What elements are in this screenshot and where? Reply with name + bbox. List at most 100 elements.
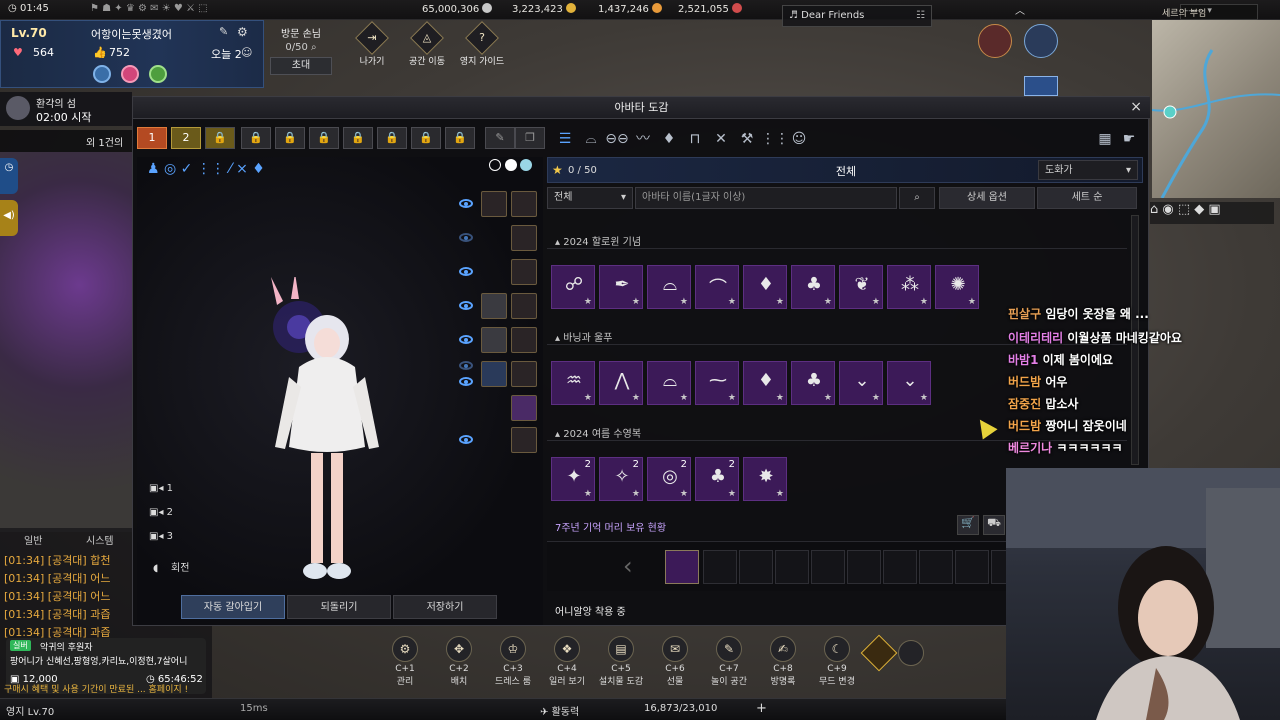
- cart-icon[interactable]: 🛒: [957, 515, 979, 535]
- emote-icon-3[interactable]: [149, 65, 167, 83]
- add-icon[interactable]: +: [756, 701, 767, 716]
- teleport-button[interactable]: ◬ 공간 이동: [400, 21, 454, 67]
- memory-slot-empty[interactable]: [811, 550, 845, 584]
- close-icon[interactable]: ×: [1130, 99, 1142, 115]
- equip-slot-face[interactable]: [511, 225, 537, 251]
- eye-icon[interactable]: [459, 335, 473, 344]
- lock-icon[interactable]: 🔒: [241, 127, 271, 149]
- equip-slot-bottom[interactable]: [481, 327, 507, 353]
- speaker-icon[interactable]: ◀): [0, 200, 18, 236]
- color-dot-clear[interactable]: [489, 159, 501, 171]
- preset-tab-2[interactable]: 2: [171, 127, 201, 149]
- cart-plus-icon[interactable]: ⛟: [983, 515, 1005, 535]
- lock-icon[interactable]: 🔒: [205, 127, 235, 149]
- memory-slot-empty[interactable]: [883, 550, 917, 584]
- gear-icon[interactable]: ⚙: [237, 25, 248, 39]
- chevron-left-icon[interactable]: ‹: [623, 552, 633, 580]
- guide-button[interactable]: ? 영지 가이드: [455, 21, 509, 67]
- avatar-item[interactable]: ⌒ ★: [695, 265, 739, 309]
- equip-slot-ears[interactable]: [511, 191, 537, 217]
- color-dot-blue[interactable]: [520, 159, 532, 171]
- filter-select[interactable]: 전체 ▾: [547, 187, 633, 209]
- equip-slot-weapon[interactable]: [481, 361, 507, 387]
- avatar-item[interactable]: ⌓ ★: [647, 361, 691, 405]
- mustache-icon[interactable]: 〰: [631, 127, 655, 151]
- equip-slot-aura[interactable]: [511, 427, 537, 453]
- eye-icon[interactable]: [459, 377, 473, 386]
- event-icon-2[interactable]: [1024, 24, 1058, 58]
- status-icons[interactable]: ⚑ ☗ ✦ ♛ ⚙ ✉ ☀ ♥ ⚔ ⬚: [90, 3, 208, 14]
- lock-icon[interactable]: 🔒: [411, 127, 441, 149]
- class-select[interactable]: 도화가 ▾: [1038, 160, 1138, 180]
- event-timer[interactable]: 환각의 섬 02:00 시작: [0, 92, 132, 126]
- memory-slot-empty[interactable]: [955, 550, 989, 584]
- instrument-icon[interactable]: ⚒: [735, 127, 759, 151]
- hotkey-guestbook[interactable]: ✍ C+8 방명록: [758, 636, 808, 687]
- avatar-item[interactable]: ♣ 2 ★: [695, 457, 739, 501]
- minimap-tools[interactable]: ⌂ ◉ ⬚ ◆ ▣: [1150, 202, 1274, 224]
- hotkey-mood[interactable]: ☾ C+9 무드 변경: [812, 636, 862, 687]
- avatar-item[interactable]: ✧ 2 ★: [599, 457, 643, 501]
- memory-slot-empty[interactable]: [775, 550, 809, 584]
- color-dot-white[interactable]: [504, 159, 517, 171]
- section-header[interactable]: ▴ 2024 할로윈 기념: [547, 229, 1127, 249]
- preset-tab-1[interactable]: 1: [137, 127, 167, 149]
- auto-dress-button[interactable]: 자동 갈아입기: [181, 595, 285, 619]
- avatar-item[interactable]: ◎ 2 ★: [647, 457, 691, 501]
- avatar-item[interactable]: ✒ ★: [599, 265, 643, 309]
- hotkey-playground[interactable]: ✎ C+7 놀이 공간: [704, 636, 754, 687]
- arrow-icon[interactable]: [1024, 76, 1058, 96]
- edit-preset-icon[interactable]: ✎: [485, 127, 515, 149]
- chat-tab-system[interactable]: 시스템: [86, 532, 114, 547]
- avatar-item[interactable]: ⌄ ★: [839, 361, 883, 405]
- grid-icon[interactable]: ▦: [1093, 127, 1117, 151]
- avatar-item[interactable]: ⌄ ★: [887, 361, 931, 405]
- avatar-item[interactable]: ⁂ ★: [887, 265, 931, 309]
- weapon-icon[interactable]: ✕: [709, 127, 733, 151]
- hat-icon[interactable]: ⌓: [579, 127, 603, 151]
- eye-off-icon[interactable]: [459, 233, 473, 242]
- memory-slot-empty[interactable]: [703, 550, 737, 584]
- bottom-icon[interactable]: ⊓: [683, 127, 707, 151]
- lock-icon[interactable]: 🔒: [343, 127, 373, 149]
- chat-tab-general[interactable]: 일반: [24, 532, 42, 547]
- filter-icons[interactable]: ♟ ◎ ✓ ⋮⋮ ⁄ ⨯ ♦: [147, 161, 297, 183]
- hotkey-furniture-book[interactable]: ▤ C+5 설치물 도감: [596, 636, 646, 687]
- camera-preset-2[interactable]: ▣◂ 2: [149, 507, 173, 518]
- copy-preset-icon[interactable]: ❐: [515, 127, 545, 149]
- avatar-item[interactable]: ✦ 2 ★: [551, 457, 595, 501]
- side-tab-1[interactable]: ◷: [0, 158, 18, 194]
- emote-wheel-icon[interactable]: [898, 640, 924, 666]
- glasses-icon[interactable]: ⊖⊖: [605, 127, 629, 151]
- footprint-icon[interactable]: ⋮⋮: [761, 127, 789, 151]
- pointer-icon[interactable]: ☛: [1117, 127, 1141, 151]
- equip-slot-top[interactable]: [481, 293, 507, 319]
- lock-icon[interactable]: 🔒: [445, 127, 475, 149]
- search-icon[interactable]: ⌕: [899, 187, 935, 209]
- avatar-item[interactable]: ♦ ★: [743, 265, 787, 309]
- face-icon[interactable]: ☺: [787, 127, 811, 151]
- avatar-item[interactable]: ♒ ★: [551, 361, 595, 405]
- chevron-up-icon[interactable]: ︿: [1010, 2, 1030, 17]
- set-order-button[interactable]: 세트 순: [1037, 187, 1137, 209]
- avatar-item[interactable]: ✸ ★: [743, 457, 787, 501]
- memory-slot-empty[interactable]: [847, 550, 881, 584]
- detail-options-button[interactable]: 상세 옵션: [939, 187, 1035, 209]
- eye-icon[interactable]: [459, 199, 473, 208]
- equip-slot-eyes[interactable]: [511, 259, 537, 285]
- rotate-control[interactable]: ◖ 회전: [153, 559, 189, 574]
- camera-preset-3[interactable]: ▣◂ 3: [149, 531, 173, 542]
- avatar-item[interactable]: ⁓ ★: [695, 361, 739, 405]
- hotkey-place[interactable]: ✥ C+2 배치: [434, 636, 484, 687]
- hotkey-dressroom[interactable]: ♔ C+3 드레스 룸: [488, 636, 538, 687]
- eye-icon[interactable]: [459, 301, 473, 310]
- eye-icon[interactable]: [459, 435, 473, 444]
- emote-icon-1[interactable]: [93, 65, 111, 83]
- minimap[interactable]: 세르의 부임: [1151, 9, 1280, 199]
- hotkey-illust[interactable]: ❖ C+4 일러 보기: [542, 636, 592, 687]
- lock-icon[interactable]: 🔒: [275, 127, 305, 149]
- edit-icon[interactable]: ✎: [219, 25, 228, 38]
- memory-slot-empty[interactable]: [739, 550, 773, 584]
- avatar-item[interactable]: ⋀ ★: [599, 361, 643, 405]
- avatar-item[interactable]: ♣ ★: [791, 361, 835, 405]
